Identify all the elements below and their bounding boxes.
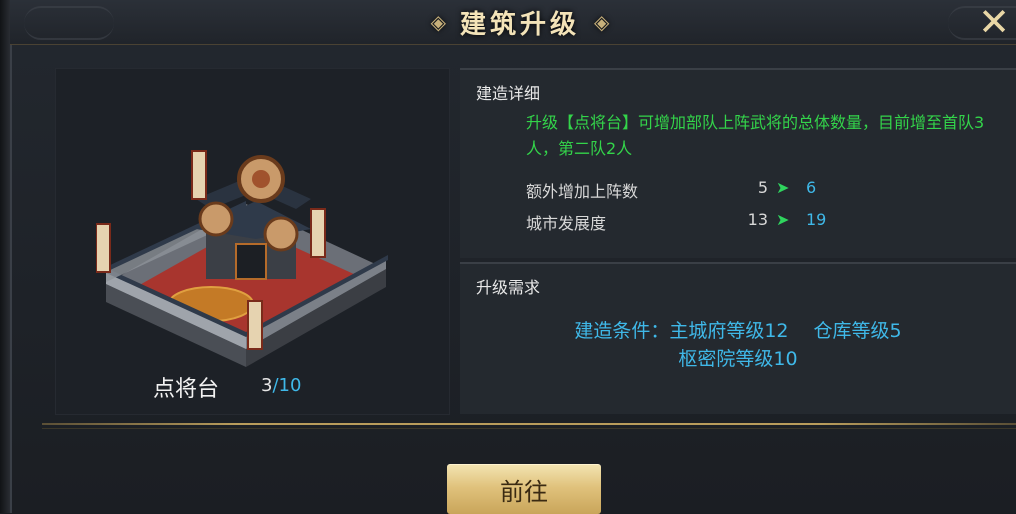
upgrade-requirements-panel: 升级需求 建造条件：主城府等级12 仓库等级5 枢密院等级10	[460, 262, 1016, 414]
header-ornament-left	[24, 6, 114, 40]
building-illustration	[96, 150, 388, 367]
arrow-right-icon: ➤	[776, 178, 790, 197]
stat-label: 额外增加上阵数	[526, 182, 639, 201]
stat-new-value: 6	[806, 178, 817, 197]
requirements-section-title: 升级需求	[476, 278, 541, 297]
title-ornament-right-icon: ◈	[594, 10, 610, 34]
building-level: 3/10	[261, 375, 302, 396]
close-icon[interactable]: ✕	[974, 2, 1014, 42]
arrow-right-icon: ➤	[776, 210, 790, 229]
stat-old-value: 13	[747, 210, 768, 229]
window-left-edge	[0, 0, 10, 513]
title-ornament-left-icon: ◈	[430, 10, 446, 34]
requirement-line: 枢密院等级10	[678, 348, 798, 370]
stat-new-value: 19	[806, 210, 827, 229]
dialog-title: ◈ 建筑升级 ◈	[400, 4, 640, 40]
build-detail-panel: 建造详细 升级【点将台】可增加部队上阵武将的总体数量，目前增至首队3人，第二队2…	[460, 68, 1016, 258]
requirement-line: 建造条件：主城府等级12 仓库等级5	[574, 320, 902, 342]
go-button[interactable]: 前往	[447, 464, 601, 514]
footer-divider-shadow	[42, 428, 1016, 429]
building-level-max: 10	[278, 375, 302, 396]
stat-label: 城市发展度	[526, 214, 607, 233]
building-name: 点将台	[153, 377, 220, 402]
upgrade-description: 升级【点将台】可增加部队上阵武将的总体数量，目前增至首队3人，第二队2人	[526, 113, 985, 158]
building-preview-panel: 点将台 3/10	[55, 68, 450, 415]
detail-section-title: 建造详细	[476, 84, 541, 103]
building-level-current: 3	[261, 375, 273, 396]
footer-divider	[42, 423, 1016, 425]
stat-old-value: 5	[757, 178, 768, 197]
dialog-title-text: 建筑升级	[459, 9, 580, 40]
